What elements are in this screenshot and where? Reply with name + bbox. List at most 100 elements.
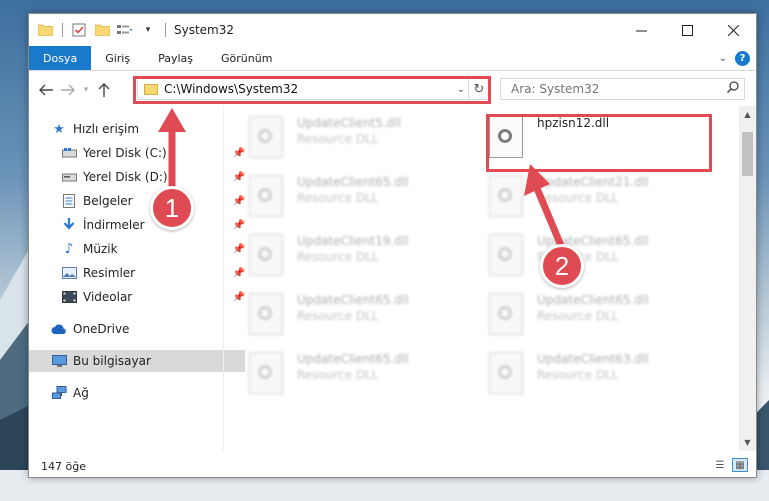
sidebar-item-quick-access[interactable]: ★ Hızlı erişim (29, 118, 245, 140)
new-folder-icon[interactable] (94, 22, 110, 38)
sidebar-item-label: Ağ (73, 386, 89, 400)
address-bar-highlight (133, 76, 491, 104)
tab-view[interactable]: Görünüm (207, 46, 286, 70)
file-description: Resource DLL (297, 132, 379, 146)
maximize-button[interactable] (664, 14, 710, 46)
dll-file-icon (249, 175, 283, 217)
file-description: Resource DLL (297, 191, 379, 205)
file-name: UpdateClient5.dll (297, 116, 401, 130)
vertical-scrollbar[interactable]: ▲ ▼ (739, 106, 756, 451)
sidebar-item-label: Hızlı erişim (73, 122, 140, 136)
sidebar-item-downloads[interactable]: İndirmeler 📌 (29, 214, 255, 236)
sidebar-item-label: Videolar (83, 290, 133, 304)
ribbon-right-controls: ⌄ ? (719, 46, 750, 70)
sidebar-item-label: OneDrive (73, 322, 130, 336)
sidebar-item-this-pc[interactable]: Bu bilgisayar (29, 350, 245, 372)
scroll-up-icon[interactable]: ▲ (739, 106, 756, 123)
drive-icon (61, 169, 77, 185)
tab-home[interactable]: Giriş (91, 46, 144, 70)
dll-file-icon (249, 116, 283, 158)
toolbar-separator (62, 23, 63, 37)
file-item[interactable]: UpdateClient65.dll Resource DLL (229, 342, 459, 398)
view-switcher: ☰ ▦ (708, 458, 748, 472)
sidebar-item-local-disk-d[interactable]: Yerel Disk (D:) 📌 (29, 166, 255, 188)
cloud-icon (51, 321, 67, 337)
file-item[interactable]: UpdateClient65.dll Resource DLL (469, 224, 699, 280)
sidebar-item-local-disk-c[interactable]: Yerel Disk (C:) 📌 (29, 142, 255, 164)
sidebar-item-label: Müzik (83, 242, 118, 256)
title-bar: ▾ System32 (29, 14, 756, 46)
folder-icon[interactable] (37, 22, 53, 38)
sidebar-item-music[interactable]: ♪ Müzik 📌 (29, 238, 255, 260)
scrollbar-thumb[interactable] (742, 132, 753, 176)
file-name: UpdateClient19.dll (297, 234, 409, 248)
file-item[interactable]: UpdateClient65.dll Resource DLL (229, 165, 459, 221)
file-name: UpdateClient65.dll (537, 293, 649, 307)
back-button[interactable] (35, 79, 57, 101)
file-name: UpdateClient65.dll (297, 352, 409, 366)
file-description: Resource DLL (297, 309, 379, 323)
file-item[interactable]: UpdateClient65.dll Resource DLL (229, 283, 459, 339)
file-name: UpdateClient63.dll (537, 352, 649, 366)
file-name: UpdateClient21.dll (537, 175, 649, 189)
sidebar-item-label: İndirmeler (83, 218, 145, 232)
window-controls (618, 14, 756, 46)
documents-icon (61, 193, 77, 209)
dll-file-icon (249, 352, 283, 394)
close-button[interactable] (710, 14, 756, 46)
file-item[interactable]: UpdateClient65.dll Resource DLL (469, 283, 699, 339)
sidebar-item-label: Belgeler (83, 194, 133, 208)
file-name: UpdateClient65.dll (297, 175, 409, 189)
sidebar-item-videos[interactable]: Videolar 📌 (29, 286, 255, 308)
computer-icon (51, 353, 67, 369)
customize-toolbar-icon[interactable]: ▾ (140, 22, 156, 38)
dll-file-icon (489, 352, 523, 394)
dll-file-icon (249, 293, 283, 335)
file-item[interactable]: UpdateClient19.dll Resource DLL (229, 224, 459, 280)
dll-file-icon (249, 234, 283, 276)
sidebar-item-network[interactable]: Ağ (29, 382, 245, 404)
downloads-icon (61, 217, 77, 233)
sidebar-item-documents[interactable]: Belgeler 📌 (29, 190, 255, 212)
tiles-view-icon[interactable]: ▦ (732, 458, 748, 472)
search-icon[interactable] (722, 81, 744, 97)
file-name: UpdateClient65.dll (297, 293, 409, 307)
file-item[interactable]: UpdateClient63.dll Resource DLL (469, 342, 699, 398)
help-icon[interactable]: ? (735, 50, 750, 66)
search-box[interactable] (500, 78, 745, 100)
dll-file-icon (489, 175, 523, 217)
navigation-pane: ★ Hızlı erişim Yerel Disk (C:) 📌 Yerel D… (29, 114, 245, 454)
file-description: Resource DLL (537, 368, 619, 382)
network-icon (51, 385, 67, 401)
sidebar-item-label: Yerel Disk (D:) (83, 170, 168, 184)
sidebar-item-label: Resimler (83, 266, 136, 280)
file-description: Resource DLL (297, 368, 379, 382)
tab-file[interactable]: Dosya (29, 46, 92, 70)
toolbar-separator (165, 23, 166, 37)
file-description: Resource DLL (297, 250, 379, 264)
file-item[interactable]: UpdateClient5.dll Resource DLL (229, 106, 459, 162)
minimize-button[interactable] (618, 14, 664, 46)
details-view-icon[interactable]: ☰ (712, 458, 728, 472)
star-icon: ★ (53, 121, 65, 137)
properties-icon[interactable] (71, 22, 87, 38)
music-icon: ♪ (64, 241, 74, 257)
file-description: Resource DLL (537, 309, 619, 323)
view-options-icon[interactable] (117, 22, 133, 38)
status-bar: 147 öğe ☰ ▦ (29, 454, 756, 478)
sidebar-item-pictures[interactable]: Resimler 📌 (29, 262, 255, 284)
tab-share[interactable]: Paylaş (144, 46, 207, 70)
pane-divider (223, 106, 224, 451)
forward-button[interactable] (57, 79, 79, 101)
window-title: System32 (174, 23, 235, 37)
scroll-down-icon[interactable]: ▼ (739, 434, 756, 451)
ribbon-tabs: Dosya Giriş Paylaş Görünüm ⌄ ? (29, 46, 756, 71)
sidebar-item-onedrive[interactable]: OneDrive (29, 318, 245, 340)
file-highlight (486, 114, 712, 172)
search-input[interactable] (509, 81, 722, 97)
recent-locations-chevron-icon[interactable]: ▾ (79, 79, 93, 101)
expand-ribbon-icon[interactable]: ⌄ (719, 53, 727, 64)
file-item[interactable]: UpdateClient21.dll Resource DLL (469, 165, 699, 221)
up-button[interactable] (93, 79, 115, 101)
sidebar-item-label: Yerel Disk (C:) (83, 146, 167, 160)
